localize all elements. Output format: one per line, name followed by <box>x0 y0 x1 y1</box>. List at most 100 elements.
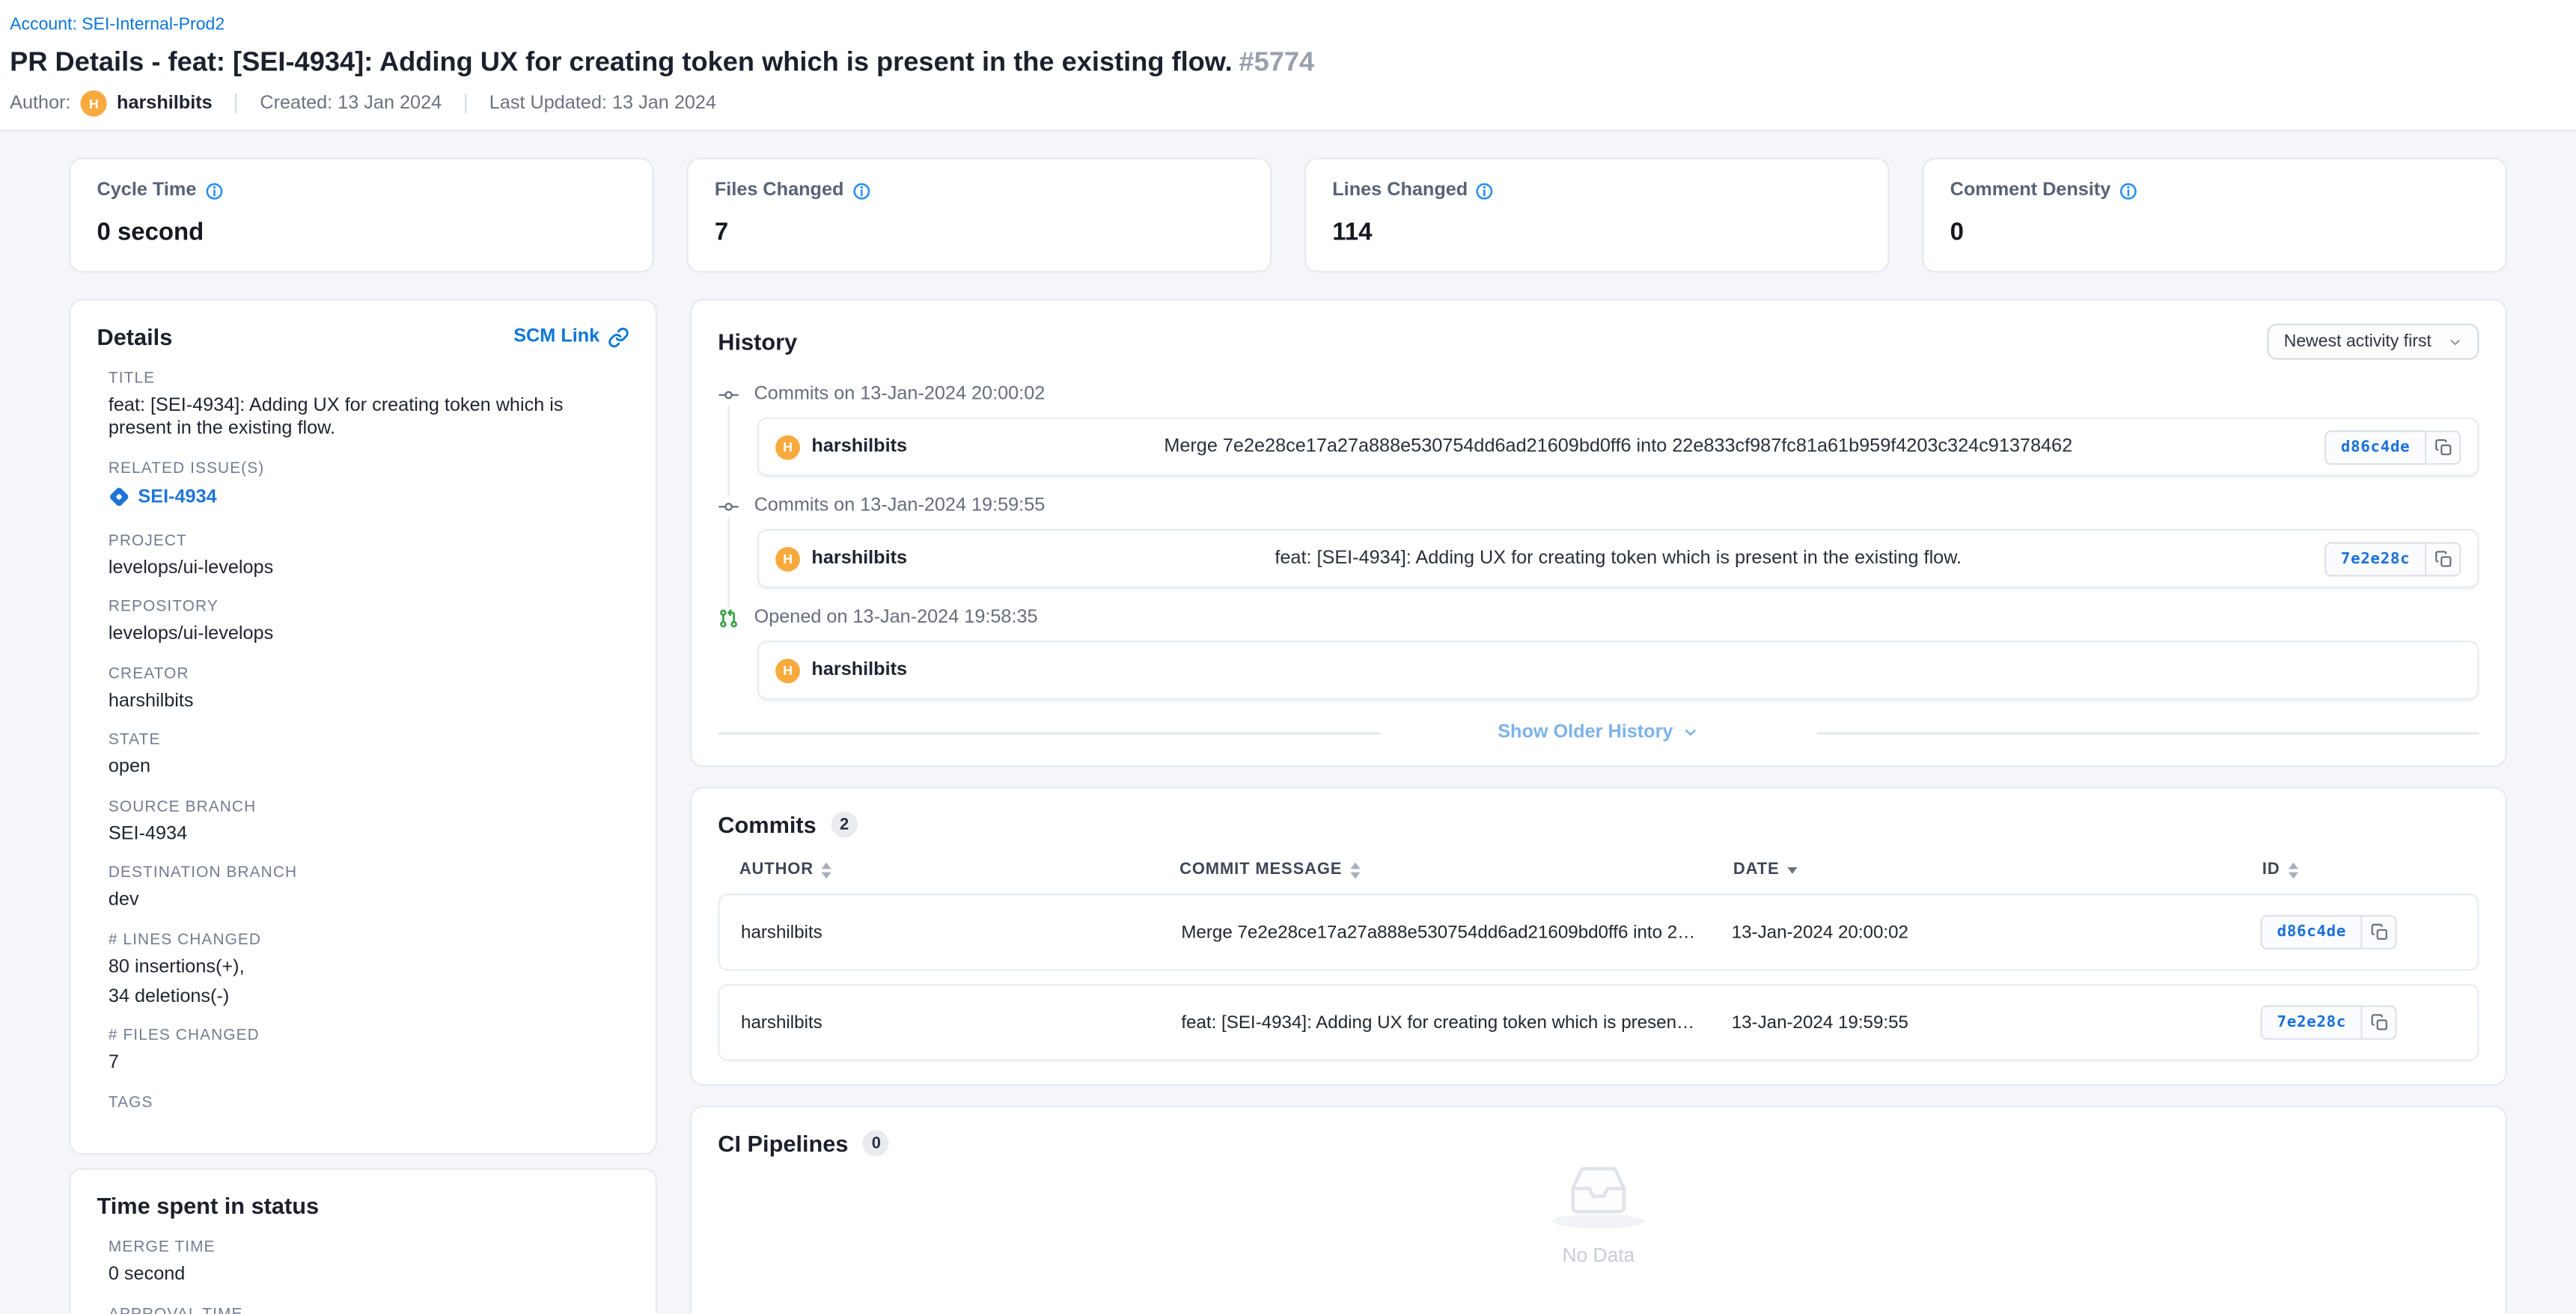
field-value: levelops/ui-levelops <box>109 623 629 646</box>
author-label: Author: <box>10 94 70 113</box>
metric-label-text: Comment Density <box>1950 180 2111 200</box>
info-icon[interactable] <box>1476 182 1494 200</box>
hash-group: 7e2e28c <box>2325 541 2461 575</box>
copy-icon[interactable] <box>2426 430 2461 464</box>
page-title: PR Details - feat: [SEI-4934]: Adding UX… <box>10 46 2560 79</box>
column-header-author[interactable]: AUTHOR <box>739 861 1179 878</box>
ci-pipelines-title: CI Pipelines <box>718 1130 848 1156</box>
field-value: 0 second <box>109 1263 629 1286</box>
author-avatar: H <box>81 91 107 117</box>
metric-value: 7 <box>715 219 1244 246</box>
field-value: levelops/ui-levelops <box>109 556 629 579</box>
info-icon[interactable] <box>204 182 222 200</box>
commit-hash-link[interactable]: 7e2e28c <box>2325 541 2426 575</box>
metric-label-text: Lines Changed <box>1332 180 1468 200</box>
commits-title: Commits <box>718 811 817 837</box>
field-label: APPROVAL TIME <box>109 1305 629 1314</box>
commit-hash-link[interactable]: 7e2e28c <box>2261 1005 2363 1039</box>
metric-label: Lines Changed <box>1332 180 1861 200</box>
issue-key: SEI-4934 <box>138 487 216 507</box>
related-issue-link[interactable]: SEI-4934 <box>109 487 217 507</box>
history-opened-card: H harshilbits <box>757 641 2479 700</box>
metric-value: 0 <box>1950 219 2479 246</box>
field-label: CREATOR <box>109 664 629 682</box>
card-author: H harshilbits <box>775 546 907 571</box>
card-author: H harshilbits <box>775 435 907 459</box>
history-sort-dropdown[interactable]: Newest activity first <box>2268 323 2479 359</box>
info-icon[interactable] <box>2119 182 2137 200</box>
ci-pipelines-count-badge: 0 <box>863 1130 889 1156</box>
metric-card-files-changed: Files Changed 7 <box>687 158 1272 273</box>
field-value: SEI-4934 <box>109 822 629 846</box>
field-label: SOURCE BRANCH <box>109 798 629 816</box>
field-label: # FILES CHANGED <box>109 1027 629 1045</box>
metric-label-text: Files Changed <box>715 180 844 200</box>
page-title-text: PR Details - feat: [SEI-4934]: Adding UX… <box>10 48 1233 78</box>
info-icon[interactable] <box>852 182 870 200</box>
field-label: RELATED ISSUE(S) <box>109 459 629 477</box>
last-updated-date: Last Updated: 13 Jan 2024 <box>489 94 716 113</box>
history-timeline: Commits on 13-Jan-2024 20:00:02 H harshi… <box>718 381 2479 700</box>
field-destination-branch: DESTINATION BRANCH dev <box>109 864 629 912</box>
field-files-changed: # FILES CHANGED 7 <box>109 1027 629 1075</box>
divider <box>465 94 466 113</box>
commit-hash-link[interactable]: d86c4de <box>2261 915 2363 950</box>
pr-details-page: Account: SEI-Internal-Prod2 PR Details -… <box>0 0 2576 1314</box>
history-event-label: Opened on 13-Jan-2024 19:58:35 <box>718 605 2479 631</box>
commits-panel: Commits 2 AUTHOR COMMIT MESSAGE DATE <box>690 786 2507 1086</box>
created-date: Created: 13 Jan 2024 <box>260 94 442 113</box>
metric-value: 0 second <box>97 219 626 246</box>
commit-table-row: harshilbits feat: [SEI-4934]: Adding UX … <box>718 984 2479 1061</box>
commit-icon <box>718 384 739 406</box>
commit-date: 13-Jan-2024 19:59:55 <box>1732 1012 2261 1032</box>
ci-pipelines-panel: CI Pipelines 0 No Data <box>690 1105 2507 1314</box>
field-merge-time: MERGE TIME 0 second <box>109 1238 629 1286</box>
commit-icon <box>718 495 739 517</box>
field-label: REPOSITORY <box>109 598 629 616</box>
details-fields: TITLE feat: [SEI-4934]: Adding UX for cr… <box>109 370 629 1111</box>
divider <box>235 94 236 113</box>
column-header-id[interactable]: ID <box>2262 861 2459 878</box>
field-title: TITLE feat: [SEI-4934]: Adding UX for cr… <box>109 370 629 440</box>
field-creator: CREATOR harshilbits <box>109 664 629 712</box>
field-repository: REPOSITORY levelops/ui-levelops <box>109 598 629 646</box>
avatar: H <box>775 658 800 682</box>
copy-icon[interactable] <box>2426 541 2461 575</box>
copy-icon[interactable] <box>2363 915 2397 950</box>
show-older-history-label: Show Older History <box>1498 723 1673 742</box>
metrics-row: Cycle Time 0 second Files Changed 7 Line… <box>69 158 2507 273</box>
field-tags: TAGS <box>109 1093 629 1111</box>
time-in-status-fields: MERGE TIME 0 second APPROVAL TIME 0 seco… <box>109 1238 629 1314</box>
show-older-history-row: Show Older History <box>718 723 2479 742</box>
time-in-status-panel: Time spent in status MERGE TIME 0 second… <box>69 1168 657 1314</box>
commit-message: Merge 7e2e28ce17a27a888e530754dd6ad21609… <box>1164 437 2072 456</box>
column-header-date[interactable]: DATE <box>1733 861 2262 878</box>
event-label-text: Commits on 13-Jan-2024 19:59:55 <box>754 496 1046 516</box>
author-row: Author: H harshilbits Created: 13 Jan 20… <box>10 91 2560 117</box>
history-commit-card: H harshilbits feat: [SEI-4934]: Adding U… <box>757 529 2479 588</box>
avatar: H <box>775 435 800 459</box>
field-label: TITLE <box>109 370 629 388</box>
field-label: DESTINATION BRANCH <box>109 864 629 882</box>
card-author-name: harshilbits <box>811 548 907 568</box>
history-sort-value: Newest activity first <box>2284 331 2432 351</box>
pr-number: #5774 <box>1239 48 1314 78</box>
commit-table-row: harshilbits Merge 7e2e28ce17a27a888e5307… <box>718 893 2479 971</box>
metric-card-cycle-time: Cycle Time 0 second <box>69 158 653 273</box>
field-value: 7 <box>109 1051 629 1075</box>
field-value: harshilbits <box>109 689 629 712</box>
page-header: Account: SEI-Internal-Prod2 PR Details -… <box>0 0 2576 132</box>
column-header-commit-message[interactable]: COMMIT MESSAGE <box>1179 861 1733 878</box>
history-commit-card: H harshilbits Merge 7e2e28ce17a27a888e53… <box>757 418 2479 477</box>
commits-count-badge: 2 <box>831 811 858 837</box>
field-lines-changed: # LINES CHANGED 80 insertions(+), 34 del… <box>109 931 629 1008</box>
metric-label-text: Cycle Time <box>97 180 197 200</box>
scm-link[interactable]: SCM Link <box>513 326 629 348</box>
commit-hash-link[interactable]: d86c4de <box>2325 430 2426 464</box>
column-label: DATE <box>1733 861 1780 878</box>
column-label: ID <box>2262 861 2280 878</box>
time-in-status-title: Time spent in status <box>97 1193 320 1219</box>
account-breadcrumb-link[interactable]: Account: SEI-Internal-Prod2 <box>10 15 225 34</box>
show-older-history-button[interactable]: Show Older History <box>1498 723 1699 742</box>
copy-icon[interactable] <box>2363 1005 2397 1039</box>
